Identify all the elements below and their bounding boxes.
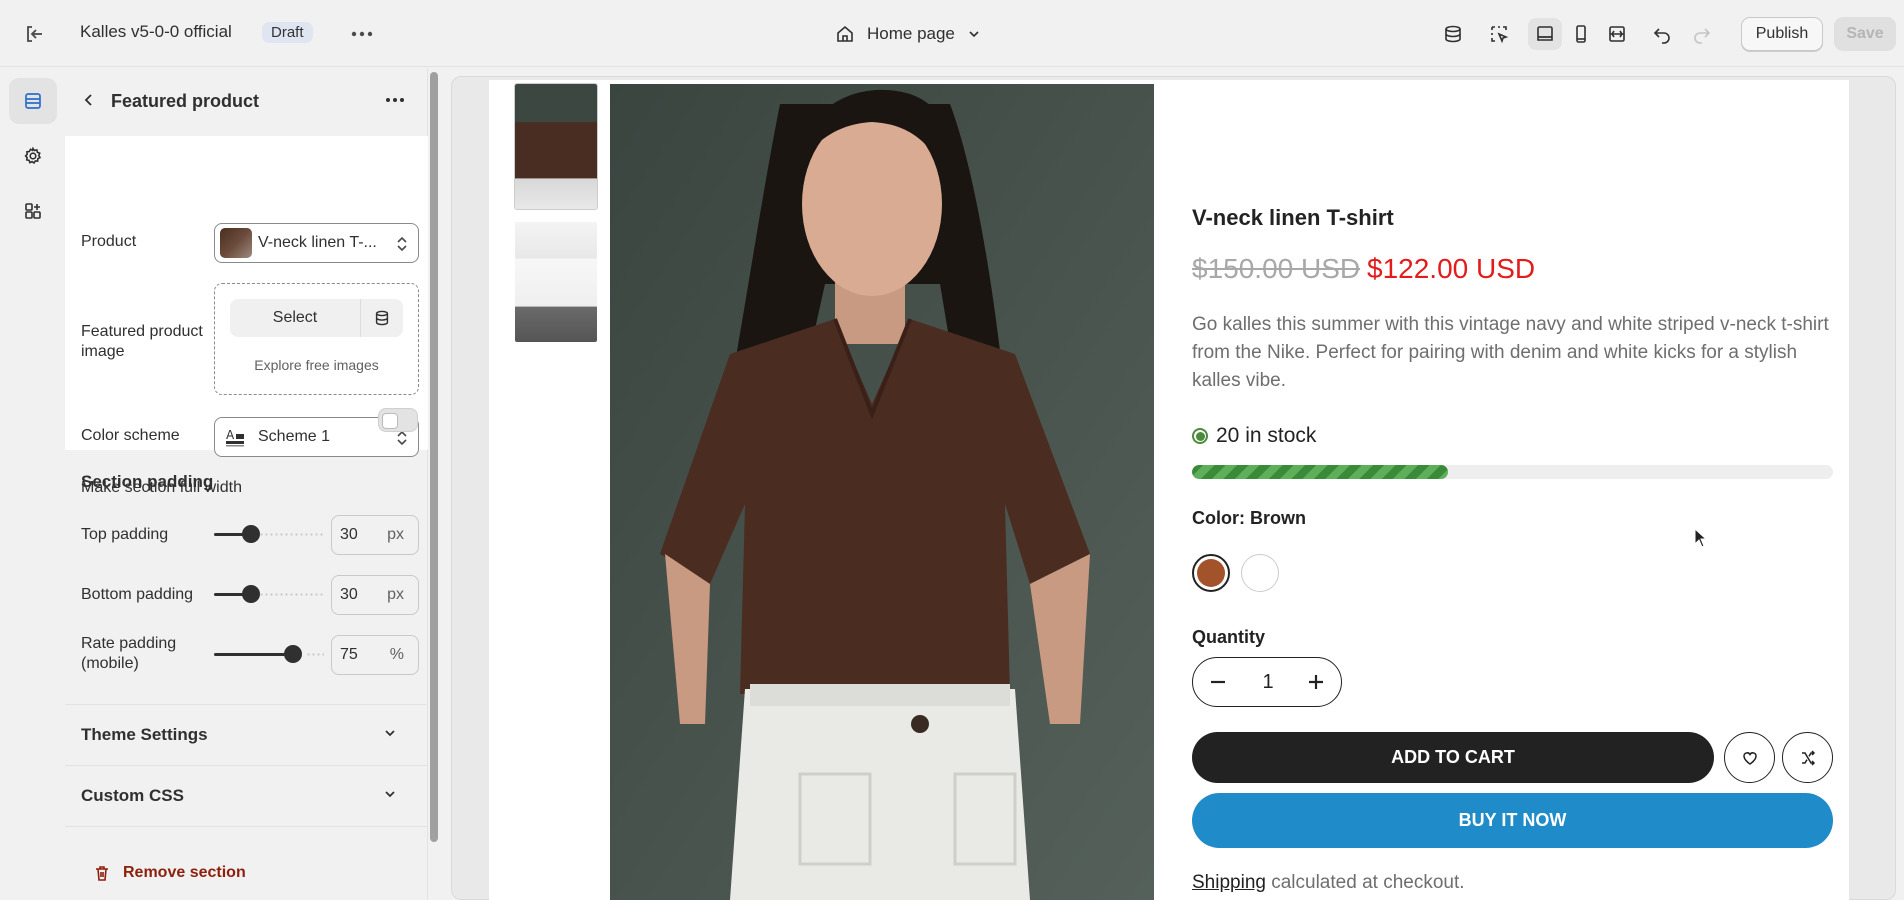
media-library-icon[interactable] (361, 299, 403, 337)
more-options-icon[interactable] (383, 88, 407, 112)
product-title: V-neck linen T-shirt (1192, 205, 1394, 230)
slider-handle[interactable] (242, 525, 260, 543)
panel-title: Featured product (111, 91, 260, 111)
editor-rail (0, 68, 65, 900)
product-thumbnail-1[interactable] (514, 83, 598, 210)
bottom-padding-label: Bottom padding (81, 586, 194, 603)
rate-padding-label: Rate padding (mobile) (81, 635, 177, 672)
status-badge: Draft (262, 22, 313, 43)
undo-icon[interactable] (1645, 18, 1679, 50)
custom-css-accordion[interactable]: Custom CSS (65, 765, 428, 825)
top-padding-input[interactable]: 30 px (331, 515, 419, 555)
panel-scrollbar[interactable] (430, 72, 438, 842)
mouse-cursor-icon (1694, 528, 1708, 548)
bottom-padding-input[interactable]: 30 px (331, 575, 419, 615)
top-padding-label: Top padding (81, 526, 169, 543)
chevron-down-icon (385, 730, 395, 737)
swatch-white[interactable] (1241, 554, 1279, 592)
sections-icon[interactable] (9, 78, 57, 124)
shipping-text: calculated at checkout. (1265, 872, 1465, 893)
plus-icon[interactable] (1305, 671, 1327, 693)
app-embeds-icon[interactable] (1436, 18, 1470, 50)
featured-image-label: Featured product image (81, 323, 203, 360)
settings-panel: Featured product Product V-neck linen T-… (65, 68, 428, 900)
mobile-view-icon[interactable] (1564, 18, 1598, 50)
compare-at-price: $150.00 USD (1192, 253, 1361, 284)
full-width-view-icon[interactable] (1600, 18, 1634, 50)
section-padding-title: Section padding (81, 472, 214, 491)
product-description: Go kalles this summer with this vintage … (1192, 314, 1829, 391)
page-selector[interactable]: Home page (835, 18, 981, 50)
product-thumbnail-2[interactable] (515, 222, 597, 342)
color-label: Color: Brown (1192, 508, 1306, 528)
slider-handle[interactable] (242, 585, 260, 603)
minus-icon[interactable] (1207, 671, 1229, 693)
panel-header: Featured product (65, 68, 428, 136)
back-arrow-icon[interactable] (77, 88, 101, 112)
desktop-view-icon[interactable] (1528, 18, 1562, 50)
color-scheme-icon: A (226, 428, 244, 447)
more-options-icon[interactable] (348, 20, 376, 48)
stock-status: 20 in stock (1192, 424, 1316, 448)
custom-css-title: Custom CSS (81, 786, 184, 805)
compare-shuffle-icon[interactable] (1782, 732, 1833, 783)
divider (65, 826, 428, 828)
top-padding-slider[interactable] (214, 525, 324, 543)
product-thumbnail (220, 228, 252, 258)
select-image-button[interactable]: Select (230, 299, 361, 337)
product-picker[interactable]: V-neck linen T-... (214, 223, 419, 263)
slider-handle[interactable] (284, 645, 302, 663)
store-name: Kalles v5-0-0 official (80, 22, 232, 41)
exit-icon[interactable] (20, 20, 48, 48)
inspector-icon[interactable] (1482, 18, 1516, 50)
svg-text:A: A (226, 428, 235, 442)
sale-price: $122.00 USD (1367, 253, 1536, 284)
storefront-preview: V-neck linen T-shirt $150.00 USD $122.00… (489, 80, 1849, 900)
color-scheme-label: Color scheme (81, 427, 180, 444)
theme-settings-accordion[interactable]: Theme Settings (65, 704, 428, 764)
trash-icon (96, 866, 108, 881)
page-selector-label: Home page (867, 24, 955, 43)
product-label: Product (81, 233, 137, 250)
add-to-cart-button[interactable]: ADD TO CART (1192, 732, 1714, 783)
image-picker: Select Explore free images (214, 283, 419, 395)
redo-icon[interactable] (1685, 18, 1719, 50)
remove-section-button[interactable]: Remove section (93, 864, 246, 882)
rate-padding-slider[interactable] (214, 645, 324, 663)
shipping-link[interactable]: Shipping (1192, 872, 1266, 893)
rate-padding-input[interactable]: 75 % (331, 635, 419, 675)
quantity-value[interactable]: 1 (1258, 671, 1278, 694)
quantity-stepper: 1 (1192, 657, 1342, 707)
quantity-label: Quantity (1192, 627, 1266, 647)
swatch-brown[interactable] (1192, 554, 1230, 592)
section-settings-card: Product V-neck linen T-... Featured prod… (65, 136, 428, 496)
product-main-image (610, 84, 1154, 900)
full-width-toggle[interactable] (378, 408, 418, 432)
remove-section-label: Remove section (123, 864, 246, 881)
theme-settings-title: Theme Settings (81, 725, 208, 744)
buy-it-now-button[interactable]: BUY IT NOW (1192, 793, 1833, 848)
bottom-padding-slider[interactable] (214, 585, 324, 603)
explore-free-images-link[interactable]: Explore free images (215, 357, 418, 373)
home-icon (837, 25, 853, 42)
wishlist-heart-icon[interactable] (1724, 732, 1775, 783)
theme-settings-icon[interactable] (9, 133, 57, 179)
chevron-down-icon (385, 791, 395, 798)
product-picker-value: V-neck linen T-... (258, 234, 377, 251)
stock-progress-fill (1192, 465, 1449, 479)
color-scheme-value: Scheme 1 (258, 428, 331, 445)
select-arrows-icon (397, 236, 407, 252)
apps-icon[interactable] (9, 188, 57, 234)
stock-text: 20 in stock (1216, 424, 1317, 447)
shipping-note: Shipping calculated at checkout. (1192, 872, 1465, 894)
publish-button[interactable]: Publish (1741, 17, 1823, 51)
in-stock-icon (1192, 428, 1208, 444)
stock-progress-bar (1192, 465, 1833, 479)
top-bar: Kalles v5-0-0 official Draft Home page P… (0, 0, 1904, 67)
save-button[interactable]: Save (1834, 17, 1896, 51)
chevron-down-icon (969, 31, 979, 38)
